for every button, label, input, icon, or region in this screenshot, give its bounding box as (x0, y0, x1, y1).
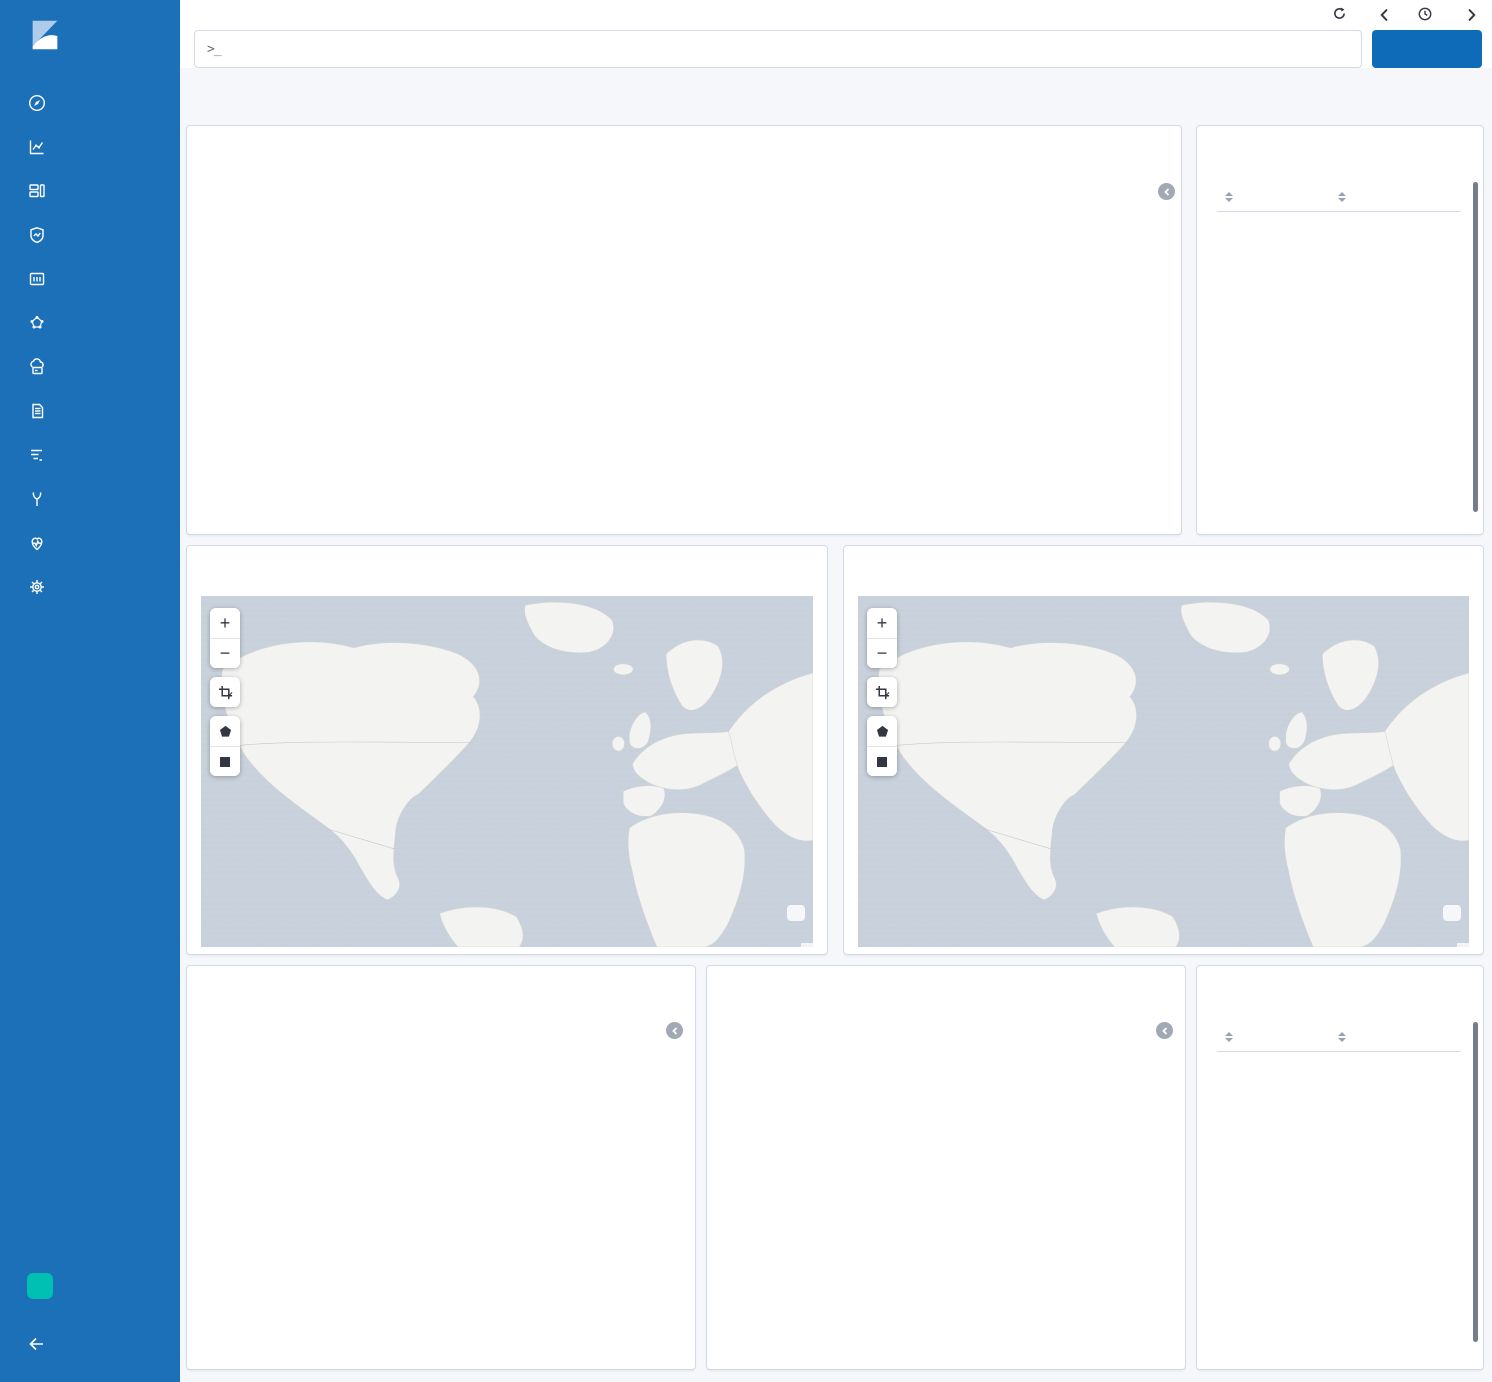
table-header (1217, 182, 1461, 212)
sidebar-item-timelion[interactable] (0, 213, 180, 257)
auto-refresh-button[interactable] (1333, 7, 1351, 23)
machine-learning-icon (27, 313, 47, 333)
space-badge (27, 1273, 53, 1299)
map-attribution (801, 943, 813, 947)
map-legend (787, 905, 805, 921)
sort-icon (1338, 192, 1346, 202)
dev-tools-icon (27, 489, 47, 509)
sidebar-item-discover[interactable] (0, 81, 180, 125)
kibana-logo[interactable] (0, 0, 180, 73)
zoom-out-button[interactable]: − (867, 638, 897, 668)
table-scrollbar[interactable] (1473, 1022, 1478, 1342)
map-attribution (1457, 943, 1469, 947)
refresh-button[interactable] (1372, 30, 1482, 68)
column-header-port[interactable] (1217, 1032, 1332, 1042)
panel-network-transport (706, 965, 1186, 1370)
sidebar-item-infrastructure[interactable] (0, 345, 180, 389)
panel-network-type (186, 965, 696, 1370)
destination-ports-table (1217, 1022, 1461, 1052)
search-bar-row: >_ (180, 30, 1492, 68)
sidebar-footer (0, 1264, 180, 1368)
column-header-count[interactable] (1332, 192, 1461, 202)
add-filter-button[interactable] (194, 86, 199, 102)
sidebar-item-visualize[interactable] (0, 125, 180, 169)
collapse-nav-button[interactable] (0, 1324, 180, 1368)
search-box: >_ (194, 30, 1362, 68)
map-controls: + − (867, 608, 897, 776)
sort-icon (1225, 192, 1233, 202)
panel-top-source-countries (1196, 125, 1484, 535)
logs-icon (27, 401, 47, 421)
panel-top-destination-ports (1196, 965, 1484, 1370)
apm-icon (27, 445, 47, 465)
clock-icon (1418, 7, 1432, 24)
panel-events-timeline (186, 125, 1182, 535)
sort-icon (1225, 1032, 1233, 1042)
time-range-picker[interactable] (1418, 7, 1438, 24)
fit-data-bounds-button[interactable] (867, 677, 897, 707)
refresh-cycle-icon (1333, 7, 1346, 23)
column-header-count[interactable] (1332, 1032, 1461, 1042)
space-switcher-default[interactable] (0, 1264, 180, 1308)
time-back-button[interactable] (1378, 8, 1391, 22)
sidebar-item-monitoring[interactable] (0, 521, 180, 565)
events-timeline-chart[interactable] (197, 164, 1173, 526)
draw-polygon-filter-button[interactable] (867, 716, 897, 746)
zoom-in-button[interactable]: + (867, 608, 897, 638)
arrow-left-icon (27, 1334, 47, 1359)
discover-icon (27, 93, 47, 113)
destination-map[interactable]: + − (858, 596, 1469, 947)
sidebar-item-dev-tools[interactable] (0, 477, 180, 521)
panel-destination-map: + − (843, 545, 1484, 955)
world-map[interactable] (858, 596, 1469, 947)
dashboard-content: + − (180, 68, 1492, 1382)
monitoring-icon (27, 533, 47, 553)
draw-polygon-filter-button[interactable] (210, 716, 240, 746)
source-map[interactable]: + − (201, 596, 813, 947)
network-type-donut (187, 1011, 673, 1363)
draw-bounds-filter-button[interactable] (210, 746, 240, 776)
timelion-icon (27, 225, 47, 245)
management-icon (27, 577, 47, 597)
search-input[interactable] (231, 41, 1341, 58)
zoom-in-button[interactable]: + (210, 608, 240, 638)
terminal-prompt-icon: >_ (207, 42, 221, 57)
draw-bounds-filter-button[interactable] (867, 746, 897, 776)
panel-source-map: + − (186, 545, 828, 955)
sidebar-item-management[interactable] (0, 565, 180, 609)
visualize-icon (27, 137, 47, 157)
world-map[interactable] (201, 596, 813, 947)
sidebar (0, 0, 180, 1382)
map-legend (1443, 905, 1461, 921)
main-area: >_ (180, 0, 1492, 1382)
source-countries-table (1217, 182, 1461, 212)
fit-data-bounds-button[interactable] (210, 677, 240, 707)
table-scrollbar[interactable] (1473, 182, 1478, 512)
sort-icon (1338, 1032, 1346, 1042)
dashboard-icon (27, 181, 47, 201)
sidebar-nav (0, 81, 180, 609)
infrastructure-icon (27, 357, 47, 377)
map-controls: + − (210, 608, 240, 776)
dashboard-menu (1225, 7, 1478, 24)
network-transport-donut (707, 1011, 1187, 1363)
sidebar-item-apm[interactable] (0, 433, 180, 477)
sidebar-item-dashboard[interactable] (0, 169, 180, 213)
zoom-out-button[interactable]: − (210, 638, 240, 668)
sidebar-item-machine-learning[interactable] (0, 301, 180, 345)
sidebar-item-canvas[interactable] (0, 257, 180, 301)
kibana-logo-icon (26, 16, 64, 59)
time-forward-button[interactable] (1465, 8, 1478, 22)
table-header (1217, 1022, 1461, 1052)
canvas-icon (27, 269, 47, 289)
column-header-country[interactable] (1217, 192, 1332, 202)
top-bar (180, 0, 1492, 30)
sidebar-item-logs[interactable] (0, 389, 180, 433)
